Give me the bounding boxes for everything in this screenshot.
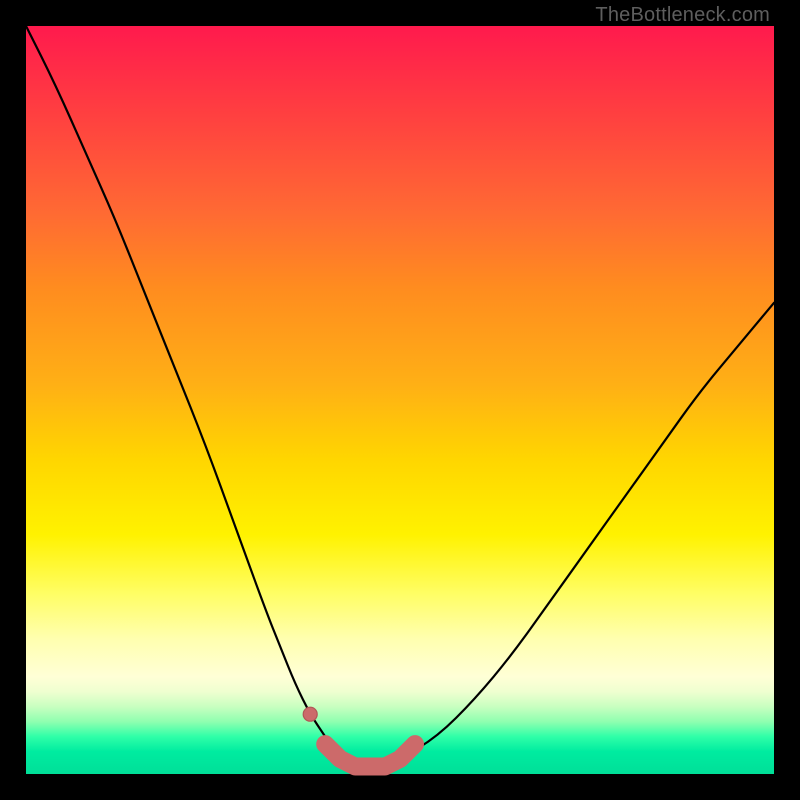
plot-area xyxy=(26,26,774,774)
optimal-marker-dot xyxy=(303,707,317,721)
chart-frame: TheBottleneck.com xyxy=(0,0,800,800)
optimal-marker-group xyxy=(26,26,774,774)
watermark-label: TheBottleneck.com xyxy=(595,4,770,27)
